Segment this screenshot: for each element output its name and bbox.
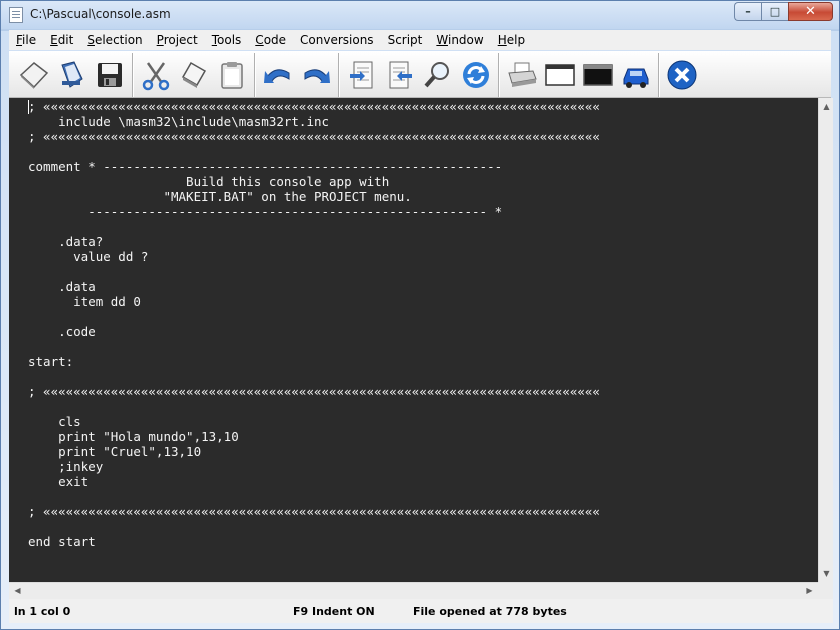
code-line: start:	[28, 354, 74, 369]
code-line: ; ««««««««««««««««««««««««««««««««««««««…	[28, 99, 600, 114]
exit-button[interactable]	[663, 55, 701, 95]
scrollbar-corner	[818, 582, 833, 599]
code-line: ;inkey	[28, 459, 104, 474]
minimize-button[interactable]: –	[734, 2, 761, 21]
scroll-up-icon[interactable]: ▲	[819, 99, 834, 114]
copy-button[interactable]	[175, 55, 213, 95]
print-icon	[508, 62, 537, 87]
refresh-button[interactable]	[457, 55, 495, 95]
indent-button[interactable]	[343, 55, 381, 95]
exit-icon	[667, 60, 697, 89]
outdent-icon	[389, 61, 412, 88]
scroll-right-icon[interactable]: ▶	[802, 583, 817, 598]
console-button[interactable]	[579, 55, 617, 95]
code-line: .data	[28, 279, 96, 294]
menu-tools[interactable]: Tools	[205, 30, 249, 50]
refresh-icon	[463, 61, 489, 88]
redo-icon	[304, 68, 330, 83]
window-title: C:\Pascual\console.asm	[30, 7, 171, 21]
app-icon[interactable]	[9, 7, 23, 23]
code-line: item dd 0	[28, 294, 141, 309]
maximize-button[interactable]: □	[761, 2, 788, 21]
menu-conversions[interactable]: Conversions	[293, 30, 381, 50]
copy-icon	[181, 61, 207, 88]
toolbar-group-clipboard	[137, 52, 255, 97]
find-button[interactable]	[419, 55, 457, 95]
redo-button[interactable]	[297, 55, 335, 95]
menu-help[interactable]: Help	[491, 30, 532, 50]
console-icon	[583, 63, 613, 86]
indent-status: F9 Indent ON	[293, 605, 375, 618]
code-line: include \masm32\include\masm32rt.inc	[28, 114, 330, 129]
code-line: exit	[28, 474, 89, 489]
code-line: ----------------------------------------…	[28, 204, 503, 219]
caption-buttons: – □ ✕	[734, 2, 833, 22]
paste-icon	[221, 61, 243, 89]
horizontal-scrollbar[interactable]: ◀ ▶	[9, 582, 818, 599]
undo-icon	[264, 68, 290, 83]
indent-icon	[350, 61, 373, 88]
paste-button[interactable]	[213, 55, 251, 95]
toolbar	[9, 51, 831, 98]
window-button[interactable]	[541, 55, 579, 95]
close-icon: ✕	[805, 4, 816, 19]
undo-button[interactable]	[259, 55, 297, 95]
new-file-icon	[19, 61, 49, 89]
file-status-message: File opened at 778 bytes	[413, 605, 567, 618]
code-line: ; ««««««««««««««««««««««««««««««««««««««…	[28, 129, 600, 144]
code-editor[interactable]: ; ««««««««««««««««««««««««««««««««««««««…	[9, 98, 818, 582]
save-icon	[98, 62, 122, 87]
car-button[interactable]	[617, 55, 655, 95]
toolbar-group-tools	[503, 52, 659, 97]
window-icon	[545, 63, 575, 86]
close-button[interactable]: ✕	[788, 2, 833, 21]
code-line: print "Hola mundo",13,10	[28, 429, 239, 444]
menu-bar: File Edit Selection Project Tools Code C…	[9, 30, 831, 50]
print-button[interactable]	[503, 55, 541, 95]
minimize-icon: –	[745, 5, 751, 18]
open-file-icon	[61, 60, 83, 88]
menu-edit[interactable]: Edit	[43, 30, 80, 50]
new-file-button[interactable]	[15, 55, 53, 95]
menu-window[interactable]: Window	[429, 30, 490, 50]
open-file-button[interactable]	[53, 55, 91, 95]
find-icon	[424, 61, 449, 87]
code-line: ; ««««««««««««««««««««««««««««««««««««««…	[28, 384, 600, 399]
menu-code[interactable]: Code	[248, 30, 293, 50]
toolbar-group-file	[15, 52, 133, 97]
scroll-left-icon[interactable]: ◀	[10, 583, 25, 598]
scroll-down-icon[interactable]: ▼	[819, 566, 834, 581]
car-icon	[623, 68, 649, 88]
code-line: Build this console app with	[28, 174, 390, 189]
vertical-scrollbar[interactable]: ▲ ▼	[818, 98, 833, 582]
toolbar-group-exit	[663, 53, 704, 97]
code-line: .data?	[28, 234, 104, 249]
code-line: value dd ?	[28, 249, 149, 264]
toolbar-group-history	[259, 52, 339, 97]
code-line: ; ««««««««««««««««««««««««««««««««««««««…	[28, 504, 600, 519]
editor-window: C:\Pascual\console.asm – □ ✕ File Edit S…	[0, 0, 840, 630]
status-bar: ln 1 col 0 F9 Indent ON File opened at 7…	[9, 599, 833, 623]
code-line: .code	[28, 324, 96, 339]
code-line: "MAKEIT.BAT" on the PROJECT menu.	[28, 189, 412, 204]
menu-file[interactable]: File	[9, 30, 43, 50]
menu-script[interactable]: Script	[381, 30, 430, 50]
toolbar-group-edit	[343, 52, 499, 97]
code-line: comment * ------------------------------…	[28, 159, 503, 174]
code-line: cls	[28, 414, 81, 429]
cursor-position: ln 1 col 0	[14, 605, 71, 618]
title-bar[interactable]: C:\Pascual\console.asm – □ ✕	[1, 1, 839, 29]
cut-button[interactable]	[137, 55, 175, 95]
code-text[interactable]: ; ««««««««««««««««««««««««««««««««««««««…	[28, 99, 600, 549]
menu-project[interactable]: Project	[150, 30, 205, 50]
save-button[interactable]	[91, 55, 129, 95]
menu-selection[interactable]: Selection	[80, 30, 149, 50]
code-line: end start	[28, 534, 96, 549]
cut-icon	[142, 61, 170, 90]
code-line: print "Cruel",13,10	[28, 444, 202, 459]
maximize-icon: □	[769, 5, 781, 18]
outdent-button[interactable]	[381, 55, 419, 95]
